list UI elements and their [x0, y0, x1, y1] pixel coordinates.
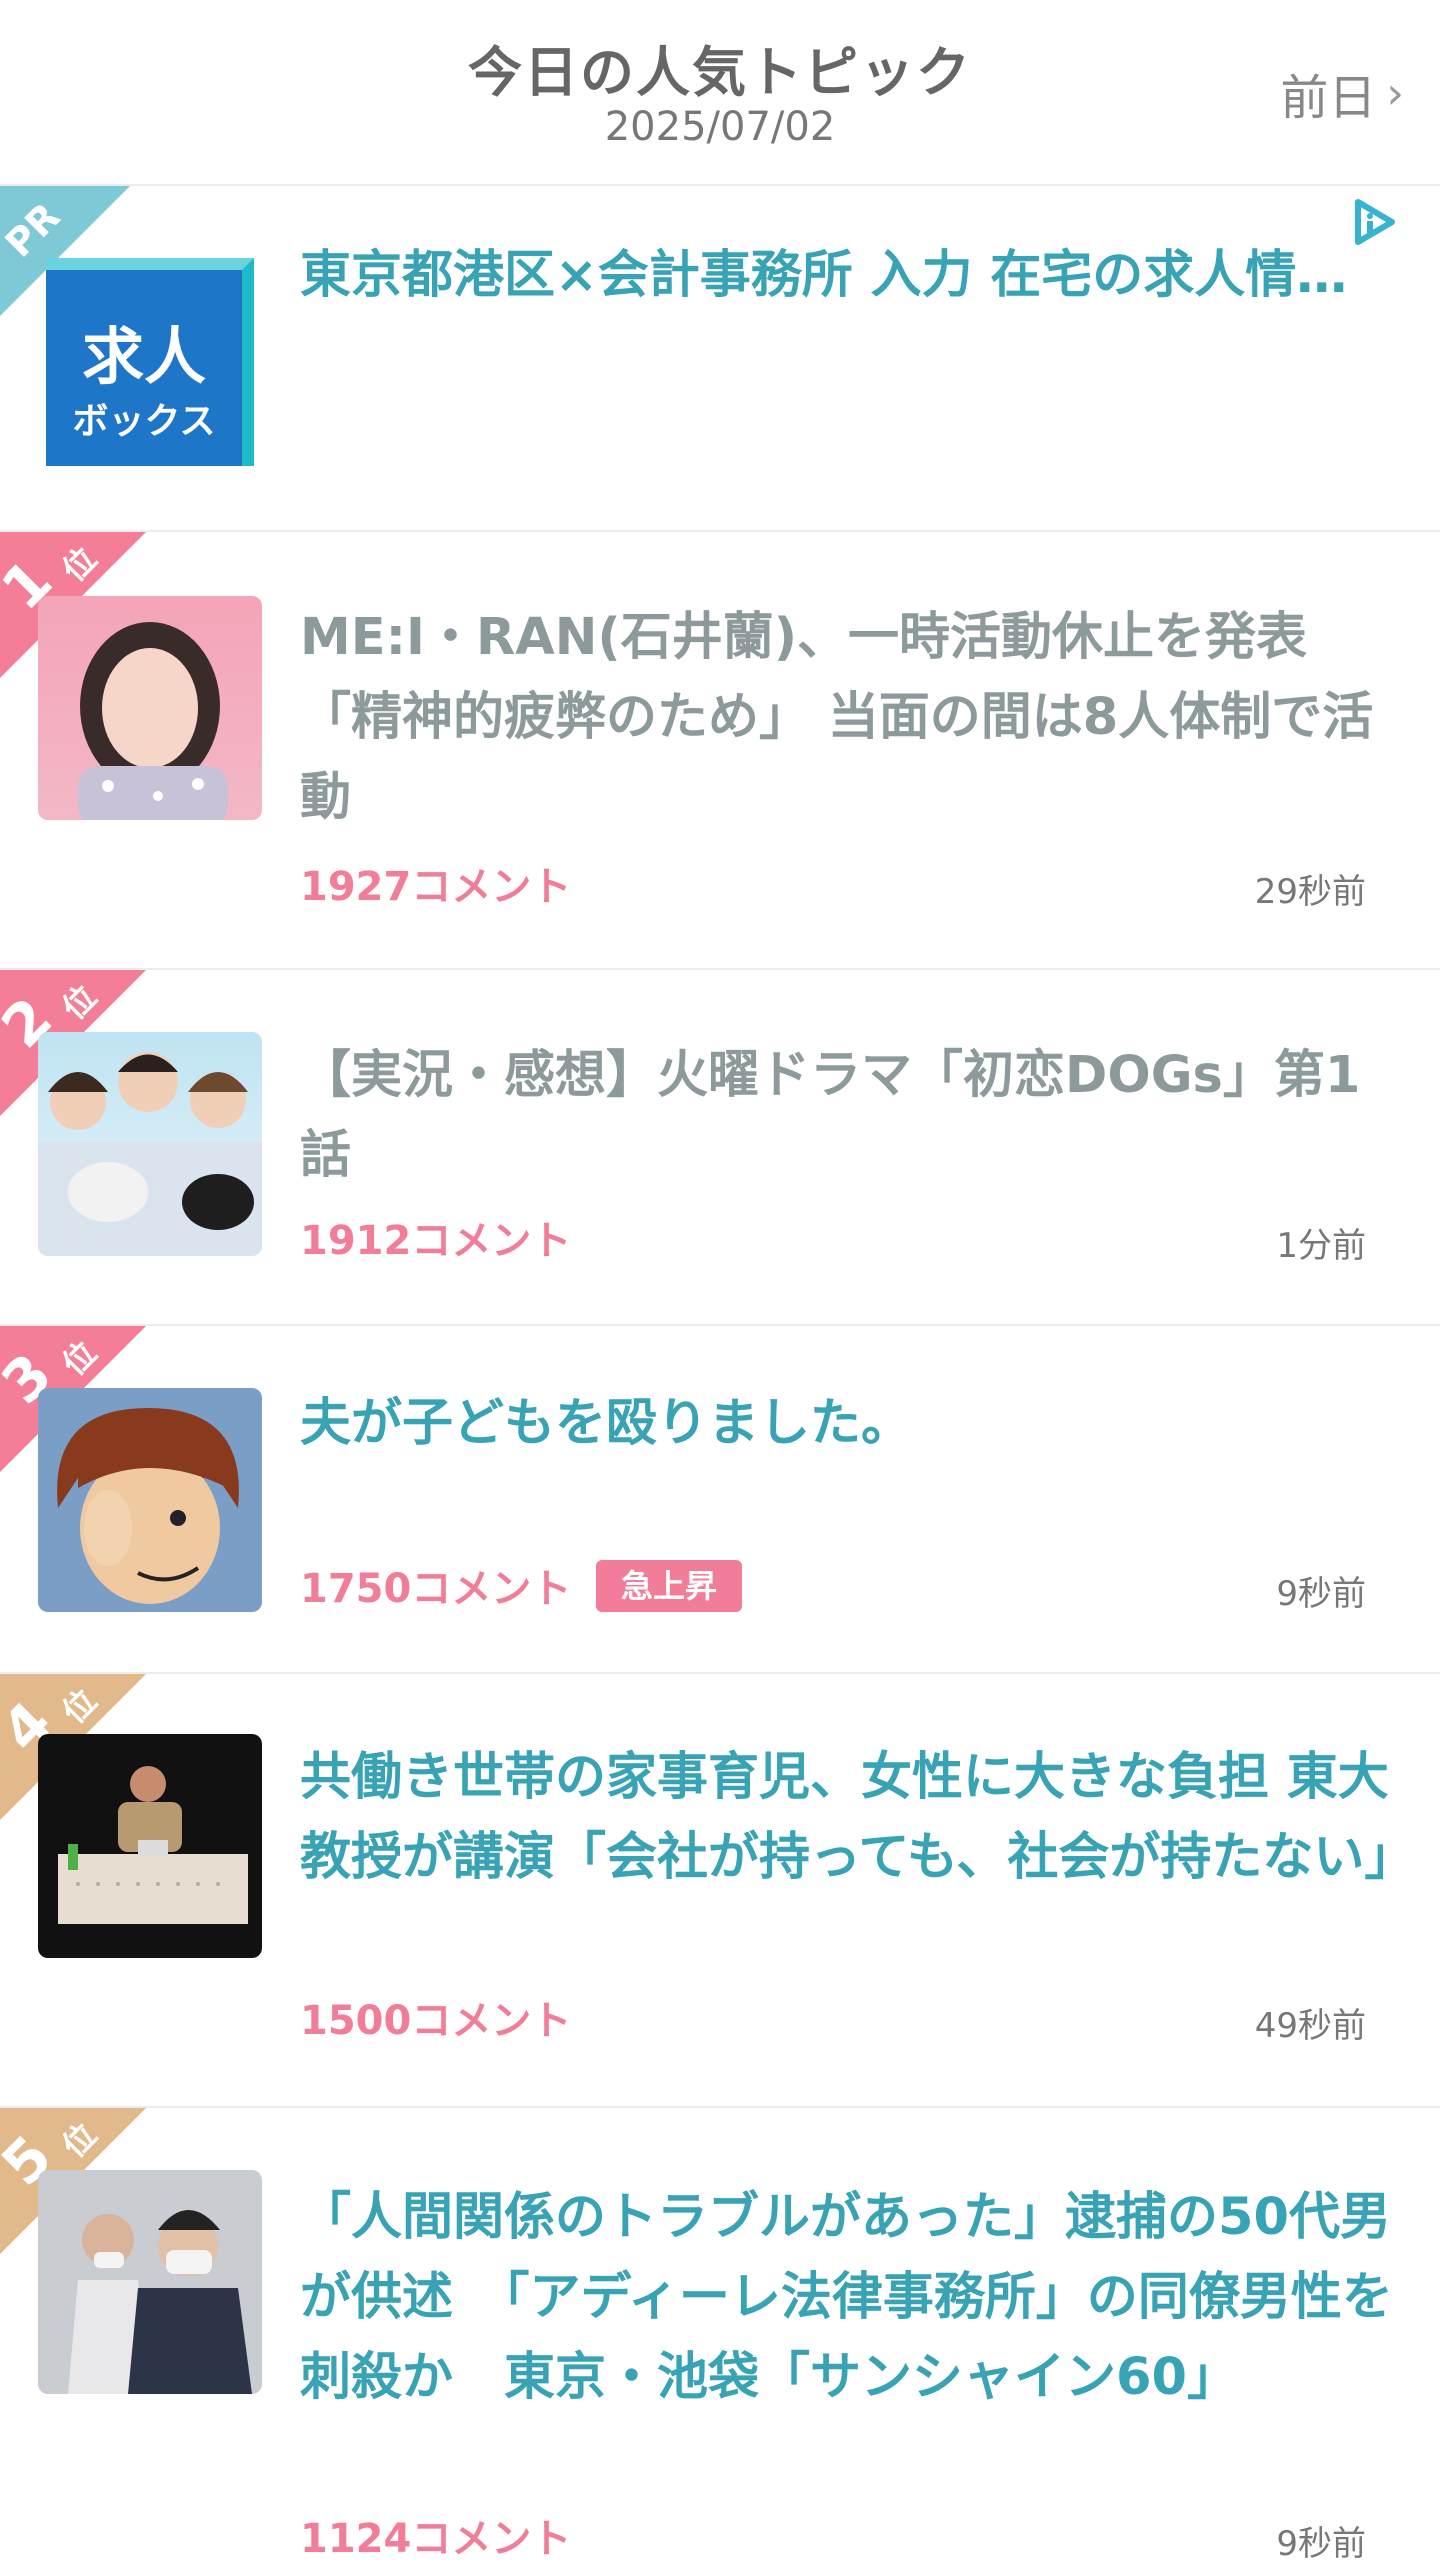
topic-item[interactable]: 5 位 「人間関係のトラブルがあった」逮捕の50代男が供述 「アディーレ法律事務… — [0, 2108, 1440, 2566]
comment-count: 1500コメント — [300, 1998, 572, 2044]
post-time: 9秒前 — [1276, 2524, 1366, 2564]
previous-day-button[interactable]: 前日 › — [1280, 58, 1404, 128]
ad-logo-text-2: ボックス — [72, 401, 216, 442]
topic-thumbnail — [38, 596, 262, 820]
post-time: 49秒前 — [1254, 2006, 1366, 2046]
topic-title[interactable]: 共働き世帯の家事育児、女性に大きな負担 東大教授が講演「会社が持っても、社会が持… — [300, 1738, 1415, 1898]
comment-count: 1912コメント — [300, 1218, 572, 1264]
topic-thumbnail — [38, 1734, 262, 1958]
post-time: 9秒前 — [1276, 1574, 1366, 1614]
topic-thumbnail — [38, 1388, 262, 1612]
trending-badge: 急上昇 — [596, 1560, 742, 1612]
ad-logo: 求人 ボックス — [46, 258, 254, 466]
ad-title[interactable]: 東京都港区×会計事務所 入力 在宅の求人情… — [300, 236, 1400, 316]
topic-item[interactable]: 3 位 夫が子どもを殴りました。 1750コメント 急上昇 9秒前 — [0, 1326, 1440, 1674]
post-time: 1分前 — [1276, 1226, 1366, 1266]
page-date: 2025/07/02 — [604, 104, 836, 150]
ad-item[interactable]: PR 求人 ボックス 東京都港区×会計事務所 入力 在宅の求人情… — [0, 186, 1440, 532]
topic-title[interactable]: 「人間関係のトラブルがあった」逮捕の50代男が供述 「アディーレ法律事務所」の同… — [300, 2178, 1400, 2418]
chevron-right-icon: › — [1386, 67, 1404, 119]
topic-item[interactable]: 2 位 【実況・感想】火曜ドラマ「初恋DOGs」第1話 1912コメント 1分前 — [0, 970, 1440, 1326]
page-title: 今日の人気トピック — [468, 41, 972, 104]
post-time: 29秒前 — [1254, 872, 1366, 912]
topic-thumbnail — [38, 2170, 262, 2394]
comment-count: 1750コメント — [300, 1566, 572, 1612]
page-header: 今日の人気トピック 2025/07/02 前日 › — [0, 0, 1440, 186]
topic-item[interactable]: 1 位 ME:I・RAN(石井蘭)、一時活動休止を発表「精神的疲弊のため」 当面… — [0, 532, 1440, 970]
ad-logo-text-1: 求人 — [81, 320, 206, 393]
adchoices-icon[interactable] — [1344, 194, 1400, 250]
topic-title[interactable]: ME:I・RAN(石井蘭)、一時活動休止を発表「精神的疲弊のため」 当面の間は8… — [300, 598, 1400, 838]
topic-title[interactable]: 【実況・感想】火曜ドラマ「初恋DOGs」第1話 — [300, 1036, 1400, 1196]
comment-count: 1124コメント — [300, 2516, 572, 2562]
topic-item[interactable]: 4 位 共働き世帯の家事育児、女性に大きな負担 東大教授が講演「会社が持っても、… — [0, 1674, 1440, 2108]
topic-thumbnail — [38, 1032, 262, 1256]
previous-day-label: 前日 — [1280, 70, 1377, 126]
topic-title[interactable]: 夫が子どもを殴りました。 — [300, 1384, 1400, 1464]
comment-count: 1927コメント — [300, 864, 572, 910]
